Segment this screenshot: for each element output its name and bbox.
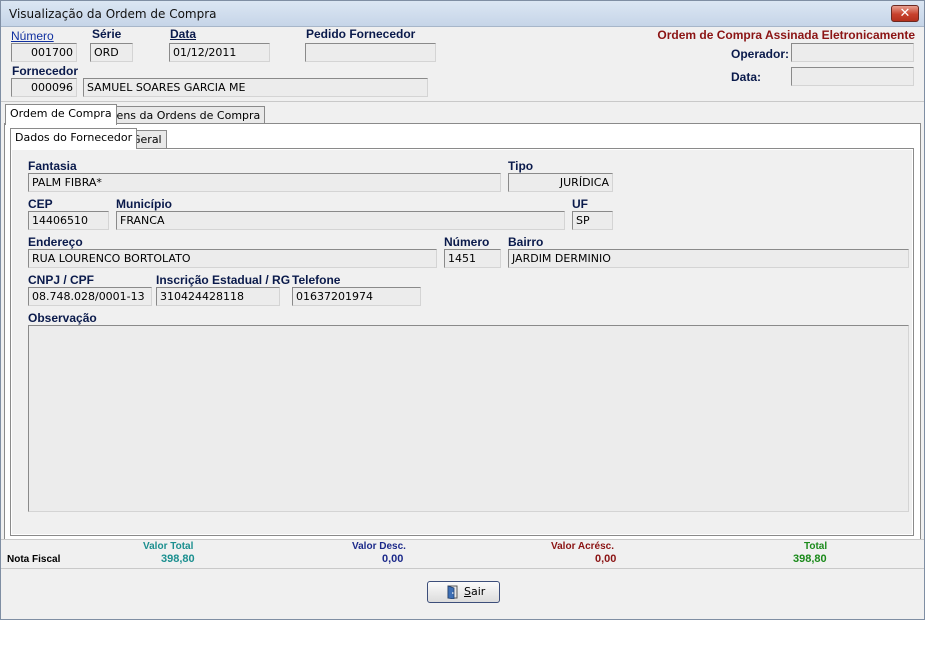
pedido-fornecedor-field[interactable] [305,43,436,62]
observacao-textarea[interactable] [28,325,909,512]
bairro-field[interactable]: JARDIM DERMINIO [508,249,909,268]
valor-desc-label: Valor Desc. [352,541,406,552]
total-label: Total [804,541,828,552]
numero-field[interactable]: 001700 [11,43,77,62]
cnpj-label: CNPJ / CPF [28,273,95,287]
tab-ordem-de-compra[interactable]: Ordem de Compra [5,104,117,125]
endereco-label: Endereço [28,235,83,249]
valor-total-label: Valor Total [143,541,194,552]
valor-desc-value: 0,00 [382,553,404,565]
supplier-form: Fantasia PALM FIBRA* Tipo JURÍDICA CEP 1… [12,150,912,534]
close-icon: ✕ [899,6,911,21]
pedido-fornecedor-label: Pedido Fornecedor [306,27,416,41]
totals-bar: Nota Fiscal Valor Total 398,80 Valor Des… [1,539,924,569]
cep-field[interactable]: 14406510 [28,211,109,230]
tipo-field[interactable]: JURÍDICA [508,173,613,192]
window-title: Visualização da Ordem de Compra [9,7,217,21]
bairro-label: Bairro [508,235,544,249]
serie-field[interactable]: ORD [90,43,133,62]
window: Visualização da Ordem de Compra ✕ Número… [0,0,925,620]
sair-button[interactable]: Sair [427,581,500,603]
main-tabs: Ordem de Compra Itens da Ordens de Compr… [4,104,921,540]
tab-panel-ordem: Dados do Fornecedor Geral Fantasia PALM … [4,123,921,540]
nota-fiscal-label: Nota Fiscal [7,554,61,565]
fornecedor-code-field[interactable]: 000096 [11,78,77,97]
fornecedor-label: Fornecedor [12,64,79,78]
numero-label[interactable]: Número [11,29,54,43]
telefone-label: Telefone [292,273,341,287]
cnpj-field[interactable]: 08.748.028/0001-13 [28,287,152,306]
fantasia-field[interactable]: PALM FIBRA* [28,173,501,192]
inscricao-field[interactable]: 310424428118 [156,287,280,306]
telefone-field[interactable]: 01637201974 [292,287,421,306]
uf-field[interactable]: SP [572,211,613,230]
fornecedor-name-field[interactable]: SAMUEL SOARES GARCIA ME [83,78,428,97]
assinatura-data-field[interactable] [791,67,914,86]
municipio-field[interactable]: FRANCA [116,211,565,230]
subtab-panel-frame: Fantasia PALM FIBRA* Tipo JURÍDICA CEP 1… [10,148,914,536]
fantasia-label: Fantasia [28,159,77,173]
door-exit-icon [447,585,458,599]
subtab-dados-fornecedor[interactable]: Dados do Fornecedor [10,128,138,149]
total-value: 398,80 [793,553,827,565]
numero-endereco-label: Número [444,235,490,249]
sair-label: Sair [464,585,486,598]
observacao-label: Observação [28,311,97,325]
uf-label: UF [572,197,588,211]
valor-acresc-value: 0,00 [595,553,617,565]
title-bar: Visualização da Ordem de Compra ✕ [1,1,924,27]
operador-label: Operador: [731,47,790,61]
sair-label-text: air [470,585,486,598]
tipo-label: Tipo [508,159,534,173]
numero-endereco-field[interactable]: 1451 [444,249,501,268]
data-label: Data [170,27,197,41]
serie-label: Série [92,27,122,41]
assinada-label: Ordem de Compra Assinada Eletronicamente [657,28,915,42]
valor-total-value: 398,80 [161,553,195,565]
municipio-label: Município [116,197,172,211]
operador-field[interactable] [791,43,914,62]
order-header: Número 001700 Série ORD Data 01/12/2011 … [1,27,924,102]
endereco-field[interactable]: RUA LOURENCO BORTOLATO [28,249,437,268]
inscricao-label: Inscrição Estadual / RG [156,273,291,287]
cep-label: CEP [28,197,53,211]
data-field[interactable]: 01/12/2011 [169,43,270,62]
valor-acresc-label: Valor Acrésc. [551,541,615,552]
assinatura-data-label: Data: [731,70,762,84]
close-button[interactable]: ✕ [891,5,919,22]
